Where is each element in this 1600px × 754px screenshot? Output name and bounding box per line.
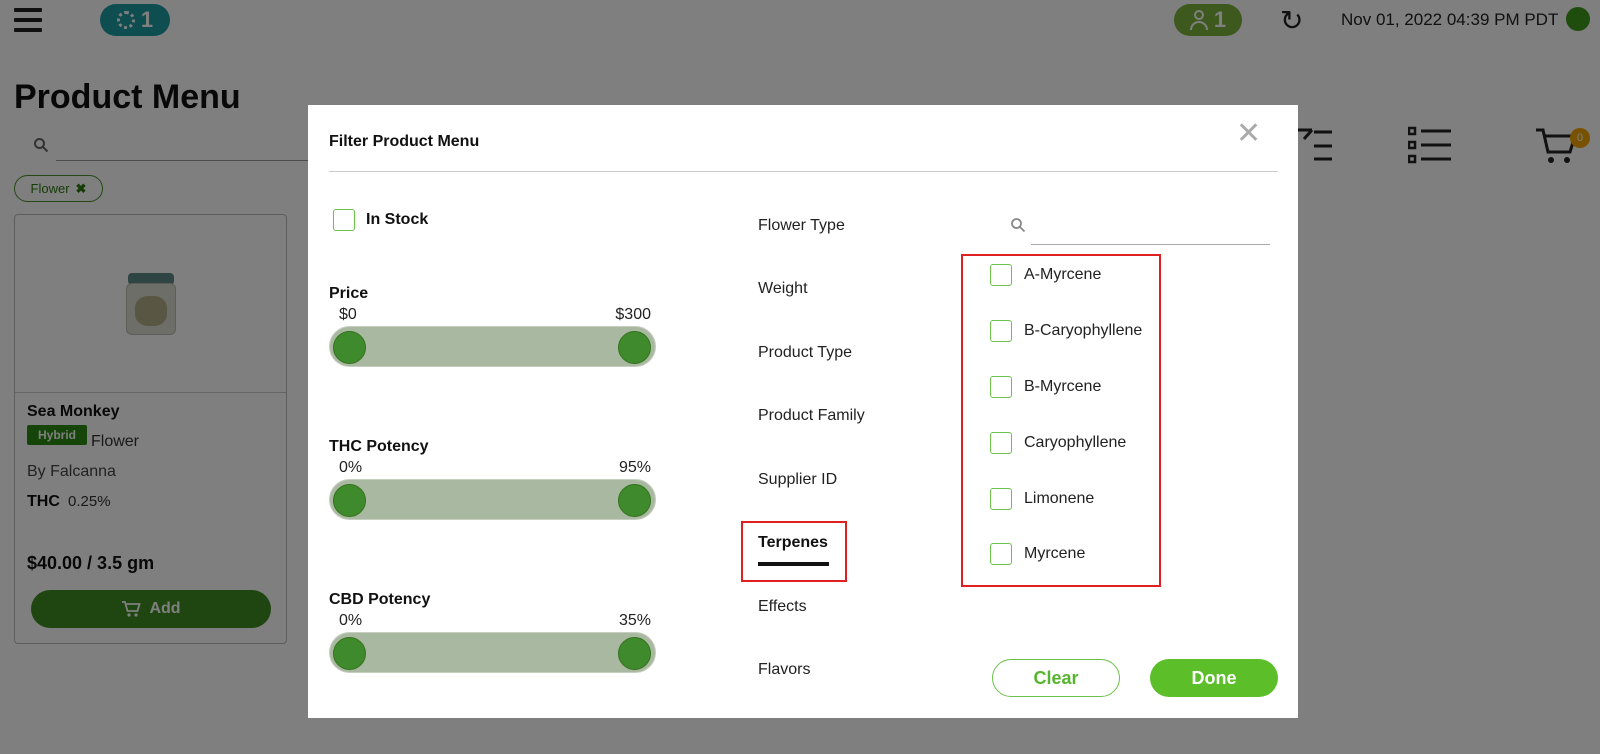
range-min-value: 0% <box>339 612 363 629</box>
category-supplier-id[interactable]: Supplier ID <box>758 471 837 489</box>
range-label: Price <box>329 285 369 302</box>
done-button[interactable]: Done <box>1150 659 1278 697</box>
range-slider-track[interactable] <box>329 479 656 520</box>
range-max-handle[interactable] <box>618 637 651 670</box>
range-max-handle[interactable] <box>618 331 651 364</box>
clear-button[interactable]: Clear <box>992 659 1120 697</box>
close-icon[interactable]: ✕ <box>1236 119 1261 149</box>
filter-modal: Filter Product Menu ✕ In Stock Price $0 … <box>308 105 1298 718</box>
category-weight[interactable]: Weight <box>758 280 808 298</box>
search-icon <box>1011 218 1026 233</box>
range-min-handle[interactable] <box>333 484 366 517</box>
range-min-value: $0 <box>339 306 357 323</box>
range-min-value: 0% <box>339 459 363 476</box>
modal-title: Filter Product Menu <box>329 133 480 150</box>
price-range: Price $0 $300 <box>329 285 656 367</box>
cbd-potency-range: CBD Potency 0% 35% <box>329 591 656 673</box>
in-stock-label: In Stock <box>366 211 429 228</box>
divider <box>329 171 1278 172</box>
range-max-value: 95% <box>618 459 651 476</box>
category-product-family[interactable]: Product Family <box>758 407 865 425</box>
range-min-handle[interactable] <box>333 331 366 364</box>
range-max-value: $300 <box>615 306 651 323</box>
category-flavors[interactable]: Flavors <box>758 661 810 679</box>
range-max-handle[interactable] <box>618 484 651 517</box>
range-max-value: 35% <box>618 612 651 629</box>
thc-potency-range: THC Potency 0% 95% <box>329 438 656 520</box>
range-label: CBD Potency <box>329 591 431 608</box>
range-slider-track[interactable] <box>329 326 656 367</box>
category-product-type[interactable]: Product Type <box>758 344 852 362</box>
highlight-box <box>741 521 847 582</box>
category-effects[interactable]: Effects <box>758 598 807 616</box>
range-slider-track[interactable] <box>329 632 656 673</box>
range-min-handle[interactable] <box>333 637 366 670</box>
range-label: THC Potency <box>329 438 429 455</box>
in-stock-checkbox[interactable] <box>333 209 355 231</box>
category-flower-type[interactable]: Flower Type <box>758 217 845 235</box>
option-search-input[interactable] <box>1031 244 1270 245</box>
highlight-box <box>961 254 1161 587</box>
in-stock-filter[interactable]: In Stock <box>333 209 428 231</box>
